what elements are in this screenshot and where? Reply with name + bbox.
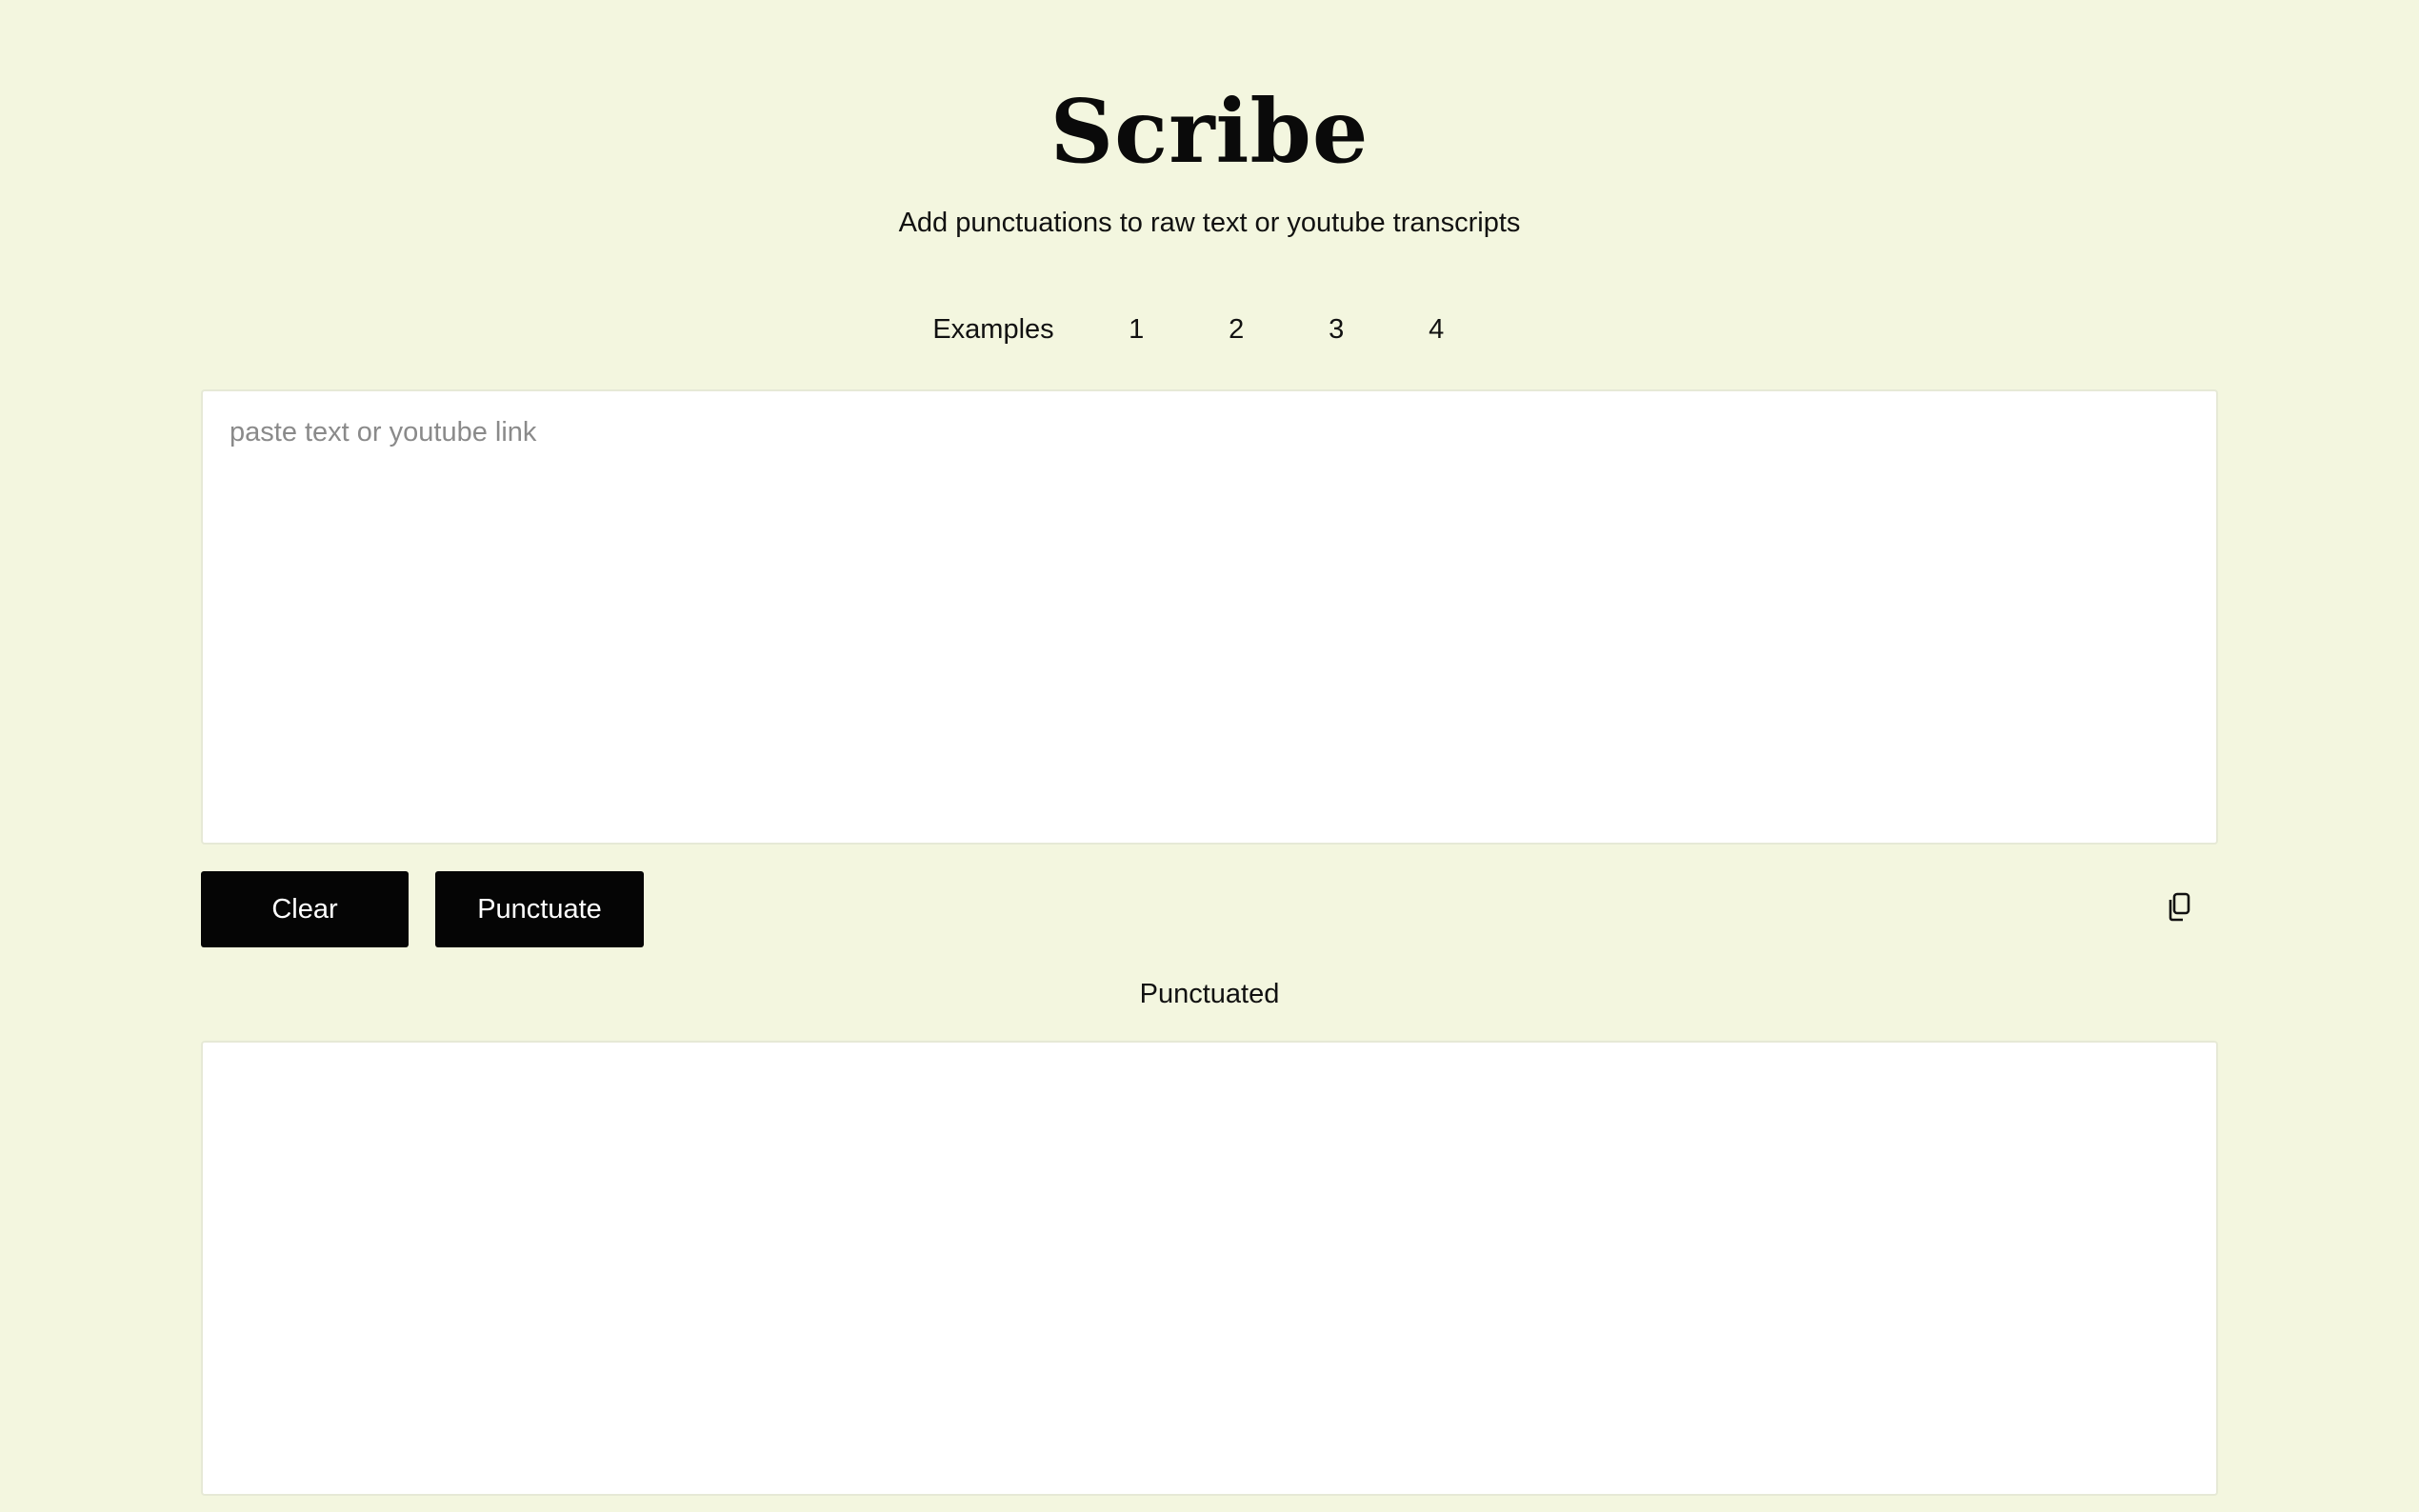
examples-bar: Examples 1 2 3 4 <box>0 310 2419 348</box>
example-link-1[interactable]: 1 <box>1087 314 1187 346</box>
example-link-2[interactable]: 2 <box>1187 314 1287 346</box>
example-link-4[interactable]: 4 <box>1387 314 1487 346</box>
copy-icon <box>2166 892 2192 927</box>
example-link-3[interactable]: 3 <box>1287 314 1387 346</box>
copy-button[interactable] <box>2160 890 2198 928</box>
punctuated-output[interactable] <box>201 1041 2218 1496</box>
clear-button[interactable]: Clear <box>201 871 409 947</box>
output-label: Punctuated <box>1139 979 1280 1009</box>
text-input[interactable] <box>201 389 2218 845</box>
examples-label: Examples <box>932 313 1054 345</box>
punctuate-button[interactable]: Punctuate <box>435 871 644 947</box>
page-subtitle: Add punctuations to raw text or youtube … <box>898 208 1521 238</box>
page-title: Scribe <box>1050 80 1369 183</box>
